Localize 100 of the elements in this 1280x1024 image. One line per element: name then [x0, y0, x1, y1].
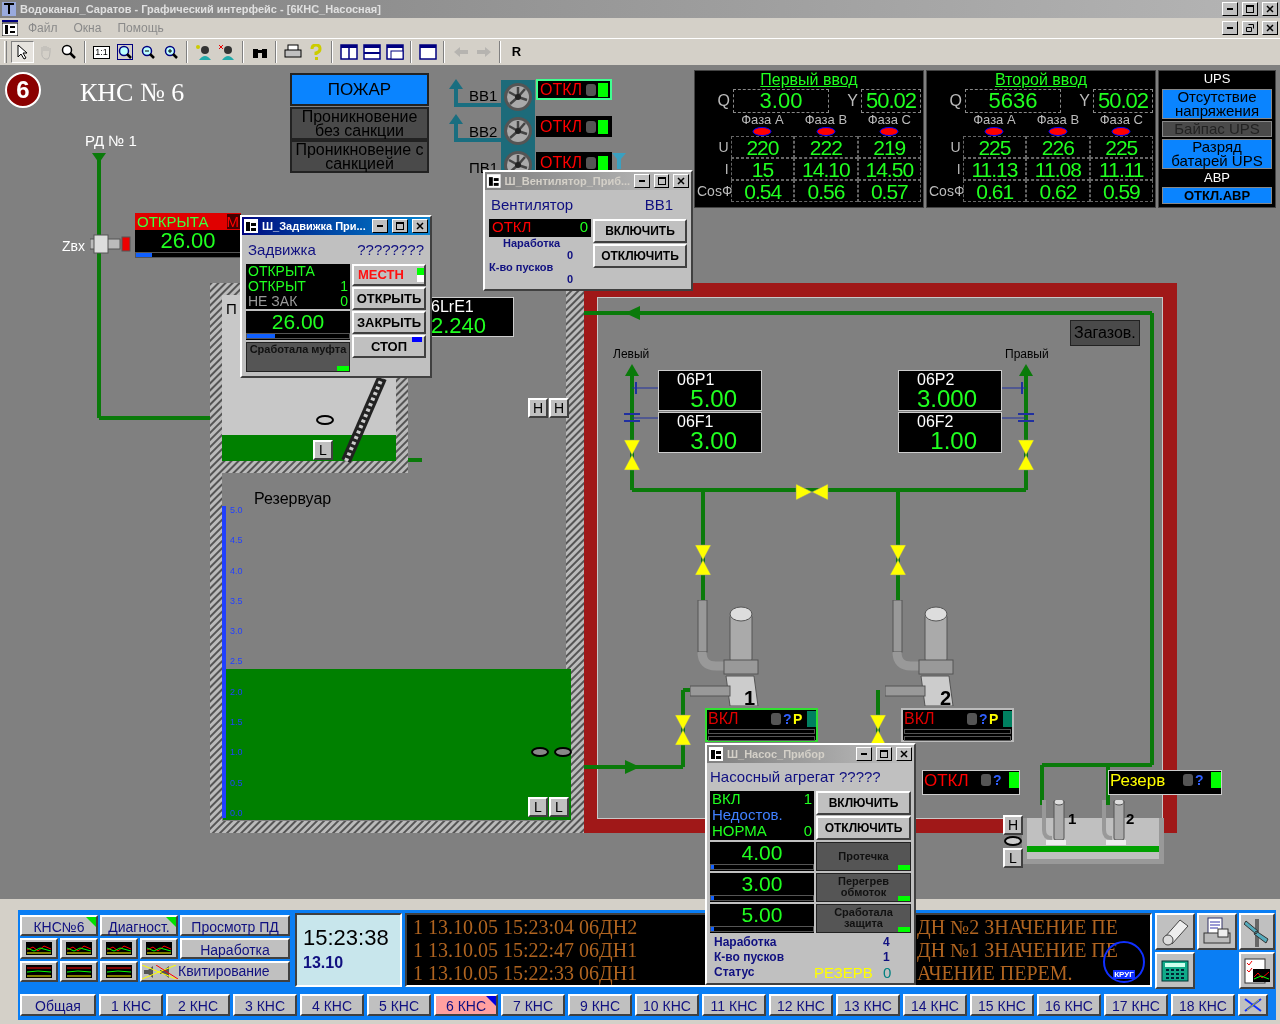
minimize-button[interactable] — [1222, 2, 1238, 16]
station-tab[interactable]: 11 КНС — [702, 994, 766, 1016]
station-tab[interactable]: 15 КНС — [970, 994, 1034, 1016]
calculator-button[interactable] — [1155, 952, 1195, 989]
signpost-button[interactable] — [1239, 913, 1275, 950]
restore-button[interactable] — [1242, 21, 1258, 35]
print-button[interactable] — [1197, 913, 1237, 950]
popup-button[interactable]: ОТКЛЮЧИТЬ — [816, 815, 911, 840]
event-text: ДН №2 ЗНАЧЕНИЕ ПЕ — [917, 916, 1118, 938]
station-tab[interactable]: 7 КНС — [501, 994, 565, 1016]
toolbar-button[interactable]: R — [505, 41, 528, 63]
toolbar-button[interactable] — [337, 41, 360, 63]
nav-button[interactable]: КНС№6 — [20, 915, 98, 936]
nav-button[interactable]: Диагност. — [100, 915, 178, 936]
popup-button[interactable]: ВКЛЮЧИТЬ — [816, 790, 911, 815]
nav-button[interactable]: Просмотр ПД — [180, 915, 290, 936]
state-text: НЕ ЗАК — [248, 293, 298, 309]
station-tab[interactable]: 4 КНС — [300, 994, 364, 1016]
trend-button[interactable] — [60, 961, 98, 982]
station-tab[interactable]: 1 КНС — [99, 994, 163, 1016]
status-text: Р — [793, 711, 804, 726]
reading: 4.00 — [740, 841, 784, 864]
station-tab[interactable]: 6 КНС — [434, 994, 498, 1016]
window-title: Водоканал_Саратов - Графический интерфейс - [6КНС_Насосная] — [20, 1, 382, 17]
status-lamp — [1183, 774, 1193, 786]
acknowledge-button[interactable]: Квитирование — [140, 961, 290, 982]
minimize-button[interactable] — [1222, 21, 1238, 35]
trend-icon — [66, 942, 92, 955]
avr-button[interactable]: ОТКЛ.АВР — [1162, 187, 1272, 204]
station-tab[interactable]: 9 КНС — [568, 994, 632, 1016]
station-tab[interactable]: 5 КНС — [367, 994, 431, 1016]
station-tab[interactable]: 14 КНС — [903, 994, 967, 1016]
row-label: I — [723, 159, 730, 179]
station-tab[interactable]: 16 КНС — [1037, 994, 1101, 1016]
valve-icon — [674, 714, 692, 746]
flow-arrow-icon — [92, 153, 106, 163]
station-tab[interactable]: 17 КНС — [1104, 994, 1168, 1016]
maximize-button[interactable] — [392, 219, 408, 233]
toolbar-button[interactable] — [383, 41, 406, 63]
reading: 50.02 — [861, 89, 921, 113]
popup-button[interactable]: ЗАКРЫТЬ — [352, 310, 426, 334]
valve-icon — [1017, 439, 1035, 471]
trend-button[interactable] — [100, 961, 138, 982]
toolbar-button[interactable]: 1:1 — [90, 41, 113, 63]
maximize-button[interactable] — [653, 174, 670, 188]
minimize-button[interactable] — [372, 219, 388, 233]
popup-button[interactable]: ОТКРЫТЬ — [352, 286, 426, 310]
report-button[interactable] — [1239, 952, 1275, 989]
status-text: Р — [989, 711, 1000, 726]
close-icon — [1243, 998, 1263, 1012]
toolbar-button[interactable] — [360, 41, 383, 63]
station-tab[interactable]: 13 КНС — [836, 994, 900, 1016]
station-tab[interactable]: 3 КНС — [233, 994, 297, 1016]
status-lamp — [1211, 772, 1221, 788]
minimize-button[interactable] — [634, 174, 650, 188]
reading: 11.11 — [1089, 158, 1153, 180]
maximize-button[interactable] — [876, 747, 892, 761]
maximize-button[interactable] — [1242, 2, 1258, 16]
status-text: ? — [979, 711, 989, 726]
paper-roll-button[interactable] — [1155, 913, 1195, 950]
station-tab[interactable]: 2 КНС — [166, 994, 230, 1016]
station-tab[interactable]: 10 КНС — [635, 994, 699, 1016]
close-button[interactable] — [673, 174, 689, 188]
trend-icon — [106, 942, 132, 955]
scale-label: 3.0 — [230, 627, 243, 637]
panel-title: UPS — [1202, 71, 1232, 87]
close-button[interactable] — [896, 747, 912, 761]
fan-label: ВВ2 — [469, 122, 498, 142]
status-lamp — [981, 774, 991, 786]
trend-icon — [26, 965, 52, 978]
status-lamp — [337, 365, 349, 371]
trend-button[interactable] — [20, 961, 58, 982]
close-button[interactable] — [412, 219, 428, 233]
station-tab[interactable]: 12 КНС — [769, 994, 833, 1016]
close-button[interactable] — [1262, 2, 1278, 16]
station-tab[interactable]: 18 КНС — [1171, 994, 1235, 1016]
nav-button[interactable]: Наработка — [180, 938, 290, 959]
valve-state: ОТКРЫТА — [136, 214, 210, 229]
app-icon — [709, 747, 723, 761]
station-title: КНС № 6 — [80, 77, 185, 109]
trend-button[interactable] — [60, 938, 98, 959]
popup-button[interactable]: СТОП — [352, 334, 426, 358]
event-text: 1 13.10.05 15:22:33 06ДН1 — [412, 962, 639, 984]
toolbar-button[interactable] — [11, 41, 34, 63]
status-value: РЕЗЕРВ — [814, 964, 874, 980]
popup-button[interactable]: ОТКЛЮЧИТЬ — [593, 243, 687, 268]
phase-lamp-icon — [1111, 127, 1132, 136]
trend-icon — [106, 965, 132, 978]
trend-button[interactable] — [100, 938, 138, 959]
trend-button[interactable] — [140, 938, 178, 959]
close-button[interactable] — [1238, 994, 1268, 1016]
minimize-button[interactable] — [856, 747, 872, 761]
trend-button[interactable] — [20, 938, 58, 959]
toolbar-button[interactable] — [416, 41, 439, 63]
station-tab[interactable]: Общая — [20, 994, 96, 1016]
close-button[interactable] — [1262, 21, 1278, 35]
popup-button[interactable]: ВКЛЮЧИТЬ — [593, 218, 687, 243]
pump-number: 1 — [744, 686, 756, 711]
reading: 11.13 — [962, 158, 1027, 180]
minimize-icon — [861, 753, 867, 755]
